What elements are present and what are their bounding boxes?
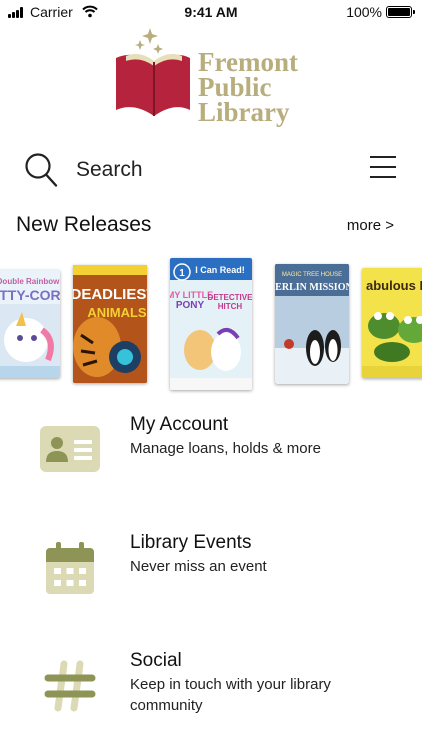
fabulous-frogs-art: abulous Fro (362, 268, 422, 378)
hashtag-icon (44, 660, 96, 717)
new-releases-carousel[interactable]: Double Rainbow KITTY-CORN DEADLIEST ANIM… (0, 256, 422, 396)
open-book-icon (116, 28, 190, 116)
new-releases-title: New Releases (16, 213, 152, 236)
svg-text:MERLIN MISSIONS: MERLIN MISSIONS (275, 282, 349, 293)
book-cover-deadliest-animals[interactable]: DEADLIEST ANIMALS (73, 265, 147, 383)
svg-text:abulous Fro: abulous Fro (366, 278, 422, 293)
social-subtitle: Keep in touch with your library communit… (130, 676, 331, 714)
status-bar: Carrier 9:41 AM 100% (0, 0, 422, 24)
calendar-icon (44, 540, 96, 601)
logo-line-3: Library (198, 97, 290, 127)
id-card-icon (38, 424, 102, 479)
my-account-subtitle: Manage loans, holds & more (130, 440, 321, 457)
book-cover-merlin-missions[interactable]: MAGIC TREE HOUSE MERLIN MISSIONS (275, 264, 349, 384)
hamburger-menu-icon[interactable] (370, 156, 396, 178)
search-bar[interactable]: Search (0, 148, 422, 192)
my-little-pony-art: 1 I Can Read! MY LITTLE PONY DETECTIVE H… (170, 258, 252, 390)
svg-text:1: 1 (179, 268, 185, 279)
menu-item-my-account[interactable]: My Account Manage loans, holds & more (0, 400, 422, 500)
battery-percent: 100% (346, 4, 382, 20)
deadliest-animals-art: DEADLIEST ANIMALS (73, 265, 147, 383)
my-account-title: My Account (130, 414, 229, 435)
library-events-title: Library Events (130, 532, 252, 553)
book-cover-fabulous-frogs[interactable]: abulous Fro (362, 268, 422, 378)
battery-icon (386, 6, 415, 18)
search-label[interactable]: Search (76, 158, 143, 182)
svg-text:I Can Read!: I Can Read! (195, 265, 245, 275)
library-logo: Fremont Public Library (112, 28, 312, 126)
more-link[interactable]: more > (347, 217, 394, 234)
svg-text:Double Rainbow: Double Rainbow (0, 277, 60, 286)
search-icon[interactable] (24, 152, 58, 193)
book-cover-my-little-pony[interactable]: 1 I Can Read! MY LITTLE PONY DETECTIVE H… (170, 258, 252, 390)
book-cover-kitty-corn[interactable]: Double Rainbow KITTY-CORN (0, 270, 60, 378)
svg-text:KITTY-CORN: KITTY-CORN (0, 287, 60, 303)
svg-text:MAGIC TREE HOUSE: MAGIC TREE HOUSE (282, 272, 342, 278)
menu-item-library-events[interactable]: Library Events Never miss an event (0, 518, 422, 618)
kitty-corn-art: Double Rainbow KITTY-CORN (0, 270, 60, 378)
logo-text: Fremont Public Library (198, 49, 298, 127)
svg-text:HITCH: HITCH (218, 302, 243, 311)
library-events-subtitle: Never miss an event (130, 558, 267, 575)
social-title: Social (130, 650, 182, 671)
svg-text:DEADLIEST: DEADLIEST (73, 286, 147, 303)
menu-item-social[interactable]: Social Keep in touch with your library c… (0, 636, 422, 736)
svg-text:PONY: PONY (176, 300, 205, 311)
svg-text:DETECTIVE: DETECTIVE (208, 293, 252, 302)
merlin-missions-art: MAGIC TREE HOUSE MERLIN MISSIONS (275, 264, 349, 384)
